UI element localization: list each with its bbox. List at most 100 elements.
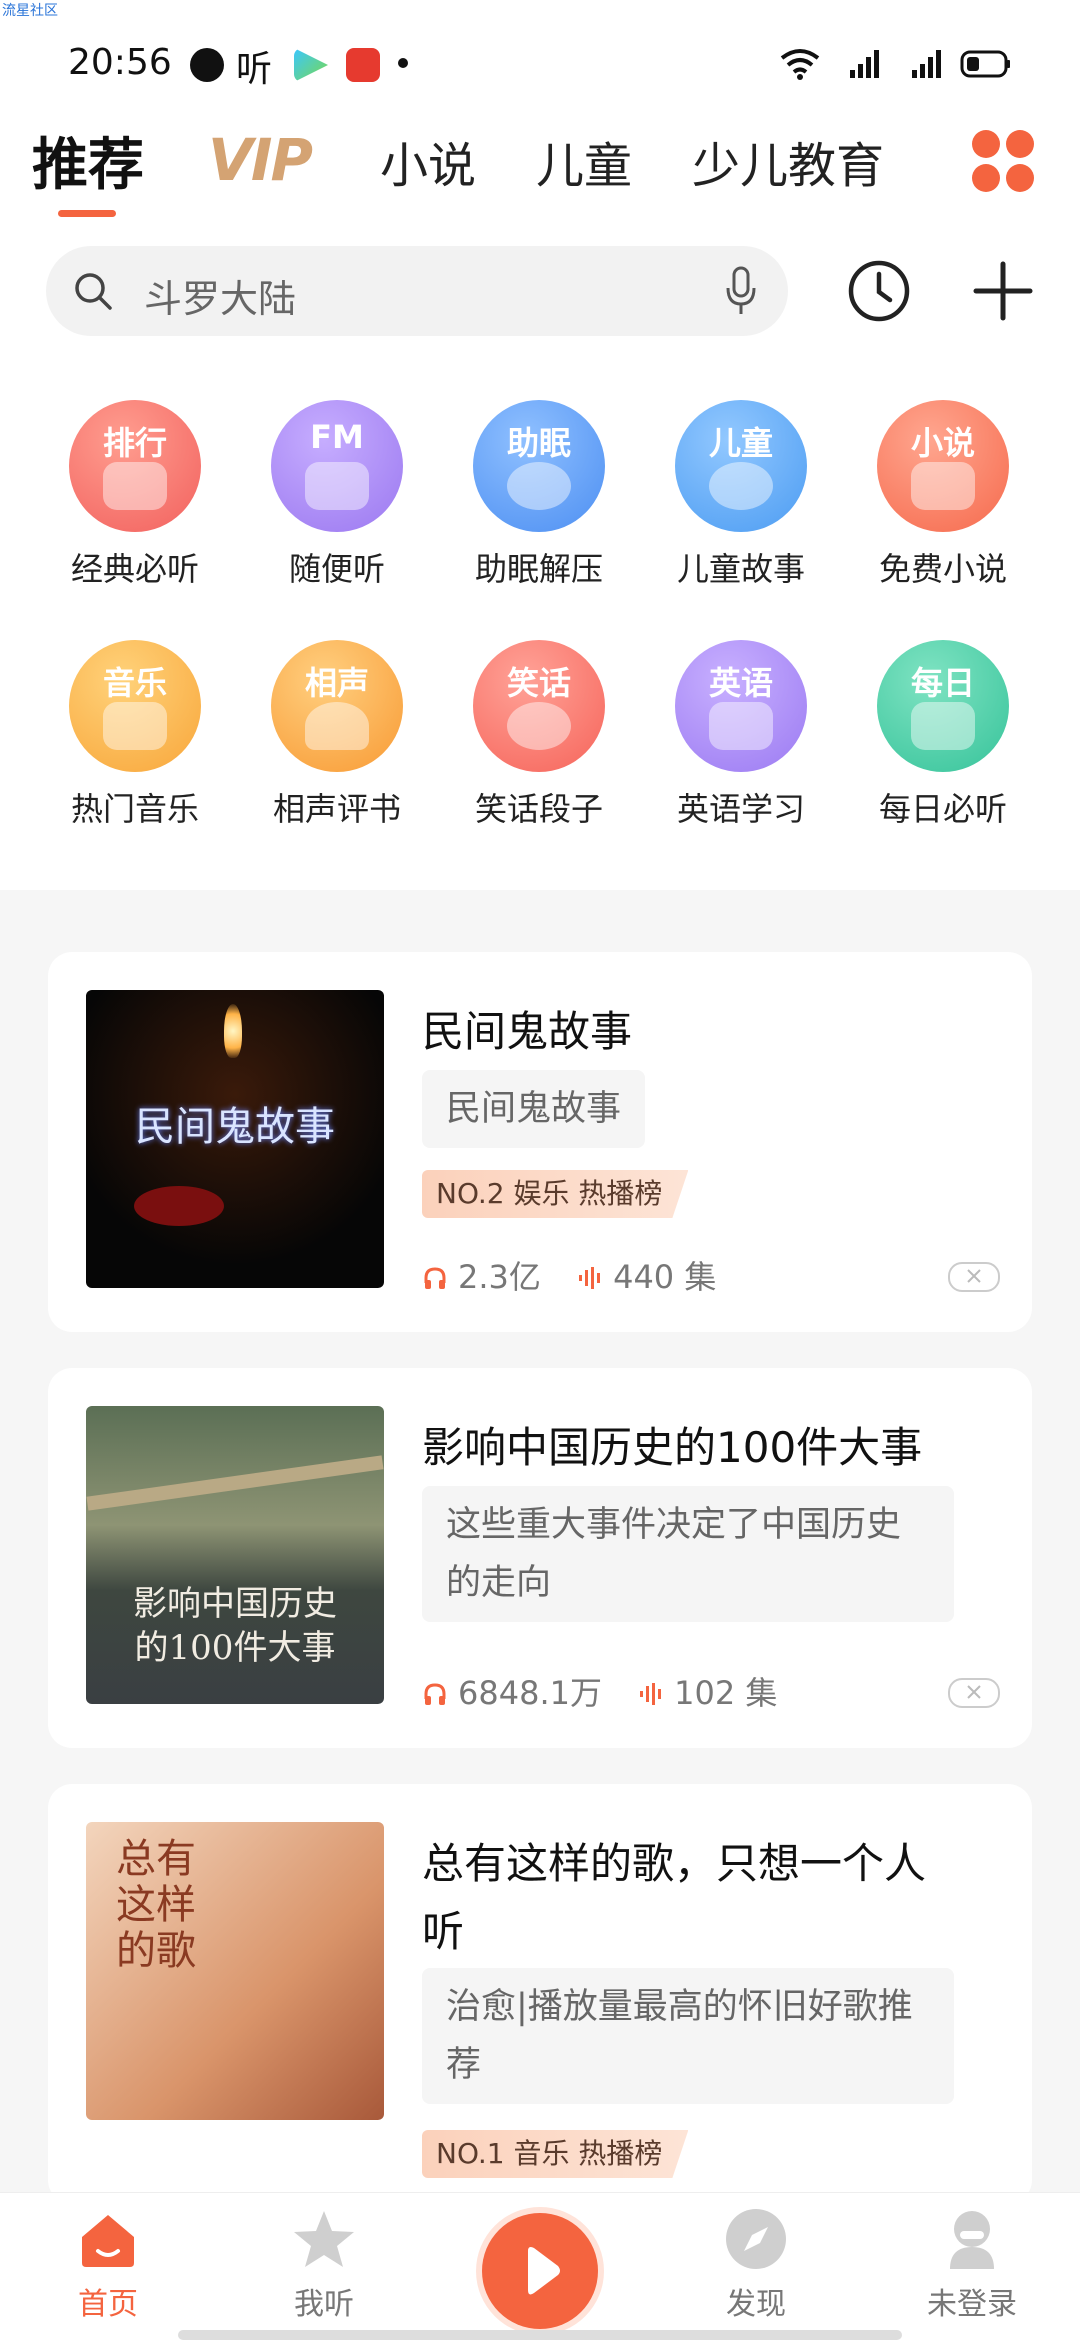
- calendar-icon: 每日: [877, 640, 1009, 772]
- home-indicator: [178, 2330, 902, 2340]
- album-card[interactable]: 民间鬼故事 民间鬼故事 民间鬼故事 NO.2 娱乐 热播榜 2.3亿 440 集: [48, 952, 1032, 1332]
- status-time: 20:56: [68, 42, 172, 83]
- wifi-icon: [780, 49, 820, 80]
- album-cover: 总有 这样 的歌: [86, 1822, 384, 2120]
- moon-icon: 助眠: [473, 400, 605, 532]
- candle-flame-icon: [224, 1004, 242, 1058]
- play-count: 2.3亿: [458, 1258, 541, 1296]
- play-icon: [528, 2247, 560, 2295]
- cover-title: 民间鬼故事: [135, 1104, 335, 1150]
- album-title: 总有这样的歌，只想一个人听: [422, 1839, 927, 1956]
- radio-icon: FM: [271, 400, 403, 532]
- more-notifications-dot: [398, 58, 408, 68]
- play-button[interactable]: [482, 2213, 598, 2329]
- album-description: 民间鬼故事: [422, 1070, 646, 1148]
- category-item-music[interactable]: 音乐 热门音乐: [34, 640, 236, 830]
- history-icon[interactable]: [846, 258, 912, 324]
- nav-my-listening[interactable]: 我听: [254, 2193, 394, 2323]
- category-item-crosstalk[interactable]: 相声 相声评书: [236, 640, 438, 830]
- category-label: 英语学习: [676, 790, 805, 828]
- album-card[interactable]: 总有 这样 的歌 总有这样的歌，只想一个人听 治愈|播放量最高的怀旧好歌推荐 N…: [48, 1784, 1032, 2204]
- album-stats: 6848.1万 102 集: [422, 1668, 777, 1714]
- album-card[interactable]: 影响中国历史 的100件大事 影响中国历史的100件大事 这些重大事件决定了中国…: [48, 1368, 1032, 1748]
- category-label: 随便听: [288, 550, 385, 588]
- category-item-jokes[interactable]: 笑话 笑话段子: [438, 640, 640, 830]
- episode-count: 440 集: [613, 1258, 717, 1296]
- compass-icon: [726, 2209, 786, 2269]
- category-item-english[interactable]: 英语 英语学习: [640, 640, 842, 830]
- audio-wave-icon: [640, 1683, 662, 1705]
- search-input[interactable]: 斗罗大陆: [144, 268, 296, 323]
- category-label: 笑话段子: [474, 790, 603, 828]
- signal-icon-1: [850, 50, 879, 78]
- search-icon: [75, 273, 112, 310]
- laugh-icon: 笑话: [473, 640, 605, 772]
- book-icon: 小说: [877, 400, 1009, 532]
- category-label: 儿童故事: [676, 550, 805, 588]
- cover-title: 影响中国历史 的100件大事: [133, 1584, 337, 1668]
- app-icon-text: 听: [236, 49, 273, 90]
- home-icon: [82, 2215, 134, 2267]
- nav-discover[interactable]: 发现: [686, 2193, 826, 2323]
- category-item-children[interactable]: 儿童 儿童故事: [640, 400, 842, 590]
- rank-badge: NO.1 音乐 热播榜: [422, 2130, 689, 2178]
- dismiss-icon[interactable]: [948, 1262, 1000, 1292]
- more-categories-icon[interactable]: [972, 130, 1042, 200]
- cover-title: 总有 这样 的歌: [116, 1836, 196, 1974]
- tab-novel[interactable]: 小说: [380, 126, 476, 196]
- category-label: 热门音乐: [70, 790, 199, 828]
- category-label: 每日必听: [878, 790, 1007, 828]
- tab-children[interactable]: 儿童: [536, 126, 632, 196]
- music-note-icon: 音乐: [69, 640, 201, 772]
- category-item-ranking[interactable]: 排行 经典必听: [34, 400, 236, 590]
- category-label: 免费小说: [878, 550, 1007, 588]
- tab-vip[interactable]: VIP: [208, 126, 313, 194]
- album-title: 民间鬼故事: [422, 1007, 633, 1056]
- audio-wave-icon: [579, 1267, 601, 1289]
- nav-profile[interactable]: 未登录: [902, 2193, 1042, 2323]
- tab-fade: [920, 110, 960, 220]
- signal-icon-2: [912, 50, 941, 78]
- child-icon: 儿童: [675, 400, 807, 532]
- dismiss-icon[interactable]: [948, 1678, 1000, 1708]
- great-wall-image: [86, 1455, 384, 1511]
- album-stats: 2.3亿 440 集: [422, 1252, 716, 1298]
- headphones-icon: [424, 1683, 446, 1705]
- active-tab-indicator: [58, 210, 116, 217]
- episode-count: 102 集: [674, 1674, 778, 1712]
- album-cover: 影响中国历史 的100件大事: [86, 1406, 384, 1704]
- english-icon: 英语: [675, 640, 807, 772]
- tab-kids-education[interactable]: 少儿教育: [692, 126, 884, 196]
- category-item-daily[interactable]: 每日 每日必听: [842, 640, 1044, 830]
- tab-recommend[interactable]: 推荐: [32, 120, 144, 201]
- news-app-icon: [346, 48, 380, 82]
- video-app-icon: [294, 48, 328, 82]
- rank-badge: NO.2 娱乐 热播榜: [422, 1170, 689, 1218]
- album-description: 这些重大事件决定了中国历史的走向: [422, 1486, 954, 1622]
- star-icon: [294, 2211, 354, 2267]
- category-item-novel[interactable]: 小说 免费小说: [842, 400, 1044, 590]
- category-label: 相声评书: [272, 790, 401, 828]
- fan-icon: 相声: [271, 640, 403, 772]
- ranking-icon: 排行: [69, 400, 201, 532]
- category-item-fm[interactable]: FM 随便听: [236, 400, 438, 590]
- status-bar: 20:56 听: [0, 40, 1080, 90]
- notification-icon: [190, 48, 224, 82]
- bottom-navigation: 首页 我听 发现 未登录: [0, 2192, 1080, 2341]
- album-title: 影响中国历史的100件大事: [422, 1423, 923, 1472]
- search-bar[interactable]: 斗罗大陆: [46, 246, 788, 336]
- nav-home[interactable]: 首页: [38, 2193, 178, 2323]
- battery-icon: [960, 50, 1010, 78]
- category-item-sleep[interactable]: 助眠 助眠解压: [438, 400, 640, 590]
- category-label: 助眠解压: [474, 550, 603, 588]
- album-cover: 民间鬼故事: [86, 990, 384, 1288]
- category-tabs: 推荐 VIP 小说 儿童 少儿教育: [0, 110, 1080, 220]
- category-label: 经典必听: [70, 550, 199, 588]
- play-count: 6848.1万: [458, 1674, 602, 1712]
- add-icon[interactable]: [970, 258, 1036, 324]
- watermark: 流星社区: [2, 3, 58, 19]
- microphone-icon[interactable]: [724, 266, 758, 316]
- album-description: 治愈|播放量最高的怀旧好歌推荐: [422, 1968, 954, 2104]
- shoe-image: [134, 1186, 224, 1226]
- user-icon: [950, 2211, 994, 2269]
